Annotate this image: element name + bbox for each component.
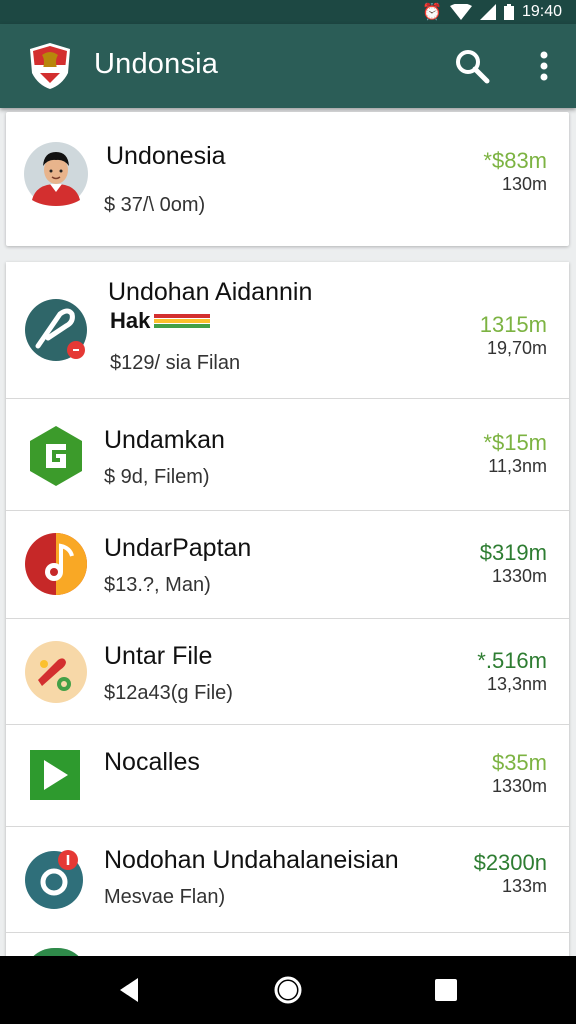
list-item[interactable]: UndarPaptan $13.?, Man) $319m 1330m <box>6 512 569 619</box>
green-hexagon-app-icon <box>30 426 82 486</box>
item-name: Undohan Aidannin <box>108 278 313 306</box>
item-amount: 133m <box>501 876 547 896</box>
item-sub: $12a43(g File) <box>104 682 233 704</box>
list-item[interactable]: Undamkan $ 9d, Filem) *$15m 11,3nm <box>6 402 569 511</box>
item-tag: Hak <box>110 308 151 333</box>
app-logo-icon <box>30 43 70 89</box>
app-bar: Undonsia <box>0 24 576 108</box>
paint-palette-icon <box>25 641 87 703</box>
item-price: *$15m <box>483 430 547 455</box>
app-title: Undonsia <box>94 48 219 80</box>
more-options-icon[interactable] <box>530 48 558 84</box>
item-name: Nocalles <box>104 748 200 776</box>
featured-price: *$83m <box>483 148 547 173</box>
item-price: 1315m <box>479 312 547 337</box>
featured-card[interactable]: Undonesia $ 37/\ 0om) *$83m 130m <box>6 112 569 246</box>
featured-amount: 130m <box>501 174 547 194</box>
person-avatar-icon <box>24 142 88 206</box>
item-sub: Mesvae Flan) <box>104 886 226 908</box>
alarm-icon: ⏰ <box>422 4 442 21</box>
item-amount: 1330m <box>491 566 547 586</box>
battery-icon <box>503 4 514 20</box>
search-icon[interactable] <box>454 48 490 84</box>
wifi-icon <box>449 4 472 20</box>
list-item[interactable]: Nocalles $35m 1330m <box>6 726 569 827</box>
music-note-icon <box>25 533 87 595</box>
item-name: Untar File <box>104 642 213 670</box>
item-tag-row: Hak <box>110 308 211 334</box>
app-list: Undohan Aidannin Hak $129/ sia Filan 131… <box>6 262 569 978</box>
navigation-bar <box>0 956 576 1024</box>
item-sub: $13.?, Man) <box>104 574 211 596</box>
recents-icon[interactable] <box>430 974 462 1006</box>
item-name: Undamkan <box>104 426 225 454</box>
item-amount: 11,3nm <box>488 456 547 476</box>
status-icons: ⏰ 19:40 <box>422 0 562 24</box>
signal-icon <box>479 4 496 20</box>
item-amount: 13,3nm <box>486 674 547 694</box>
item-sub: $ 9d, Filem) <box>104 466 210 488</box>
status-time: 19:40 <box>521 3 562 20</box>
featured-sub: $ 37/\ 0om) <box>104 194 206 216</box>
flag-stripes-icon <box>154 314 211 328</box>
list-item[interactable]: Undohan Aidannin Hak $129/ sia Filan 131… <box>6 262 569 399</box>
item-name: Nodohan Undahalaneisian <box>104 846 399 874</box>
list-item[interactable]: Nodohan Undahalaneisian Mesvae Flan) $23… <box>6 828 569 933</box>
item-name: UndarPaptan <box>104 534 252 562</box>
notification-circle-icon <box>25 850 83 909</box>
item-price: $319m <box>479 540 547 565</box>
item-amount: 1330m <box>491 776 547 796</box>
play-arrow-icon <box>30 750 80 800</box>
item-price: $35m <box>491 750 547 775</box>
teal-circle-app-icon <box>25 299 87 361</box>
back-icon[interactable] <box>114 974 146 1006</box>
list-item[interactable]: Untar File $12a43(g File) *.516m 13,3nm <box>6 620 569 725</box>
home-icon[interactable] <box>272 974 304 1006</box>
item-price: $2300n <box>473 850 547 875</box>
featured-name: Undonesia <box>106 142 226 170</box>
item-sub: $129/ sia Filan <box>110 352 241 374</box>
status-bar: ⏰ 19:40 <box>0 0 576 24</box>
item-price: *.516m <box>477 648 547 673</box>
item-amount: 19,70m <box>486 338 547 358</box>
